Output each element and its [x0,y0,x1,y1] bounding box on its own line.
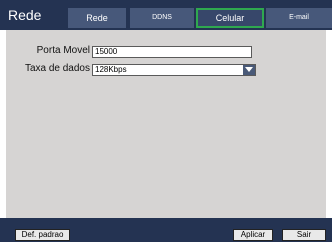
chevron-down-icon[interactable] [243,65,255,75]
tab-ddns[interactable]: DDNS [130,8,194,28]
network-settings-window: Rede Rede DDNS Celular E-mail Porta Move… [0,0,332,242]
port-input[interactable]: 15000 [92,46,252,58]
tab-celular[interactable]: Celular [196,8,264,28]
header-bar: Rede Rede DDNS Celular E-mail [0,0,332,30]
tab-rede[interactable]: Rede [68,8,126,28]
data-rate-dropdown[interactable]: 128Kbps [92,64,256,76]
settings-panel [6,30,326,218]
port-label: Porta Movel [36,45,90,56]
port-value: 15000 [95,47,118,56]
default-button[interactable]: Def. padrao [15,229,70,241]
tab-email[interactable]: E-mail [266,8,332,28]
data-rate-value: 128Kbps [95,65,127,74]
page-title: Rede [8,7,42,23]
data-rate-label: Taxa de dados [24,63,90,74]
exit-button[interactable]: Sair [282,229,326,241]
apply-button[interactable]: Aplicar [233,229,273,241]
